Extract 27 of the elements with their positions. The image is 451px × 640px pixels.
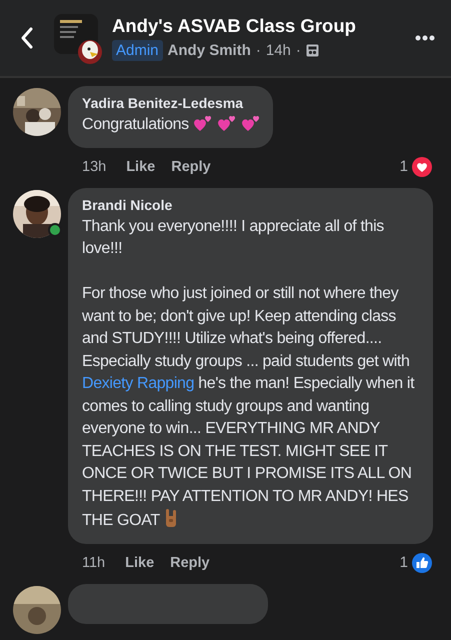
- hearts-icon: [241, 114, 262, 132]
- action-link[interactable]: Like: [125, 554, 154, 570]
- action-link[interactable]: Reply: [171, 158, 211, 174]
- hearts-icon: [192, 114, 213, 132]
- separator: ·: [296, 42, 301, 59]
- comment-text: For those who just joined or still not where they want to be; don't give up! Keep attending class and STUDY!!!! Utilize what's being offered.... Especially study groups ... paid students get with Dexiety Rapping he's the man! Especially when it comes to calling study groups and wanting everyone to win... EVERYTHING MR ANDY TEACHES IS ON THE TEST. MIGHT SEE IT ONCE OR TWICE BUT I PROMISE ITS ALL ON THERE!!! PAY ATTENTION TO MR ANDY! HES THE GOAT: [82, 284, 416, 531]
- commenter-name[interactable]: Brandi Nicole: [82, 196, 421, 212]
- group-icon: [306, 44, 319, 57]
- hearts-icon: [217, 114, 238, 132]
- comment-time: 11h: [82, 554, 106, 570]
- more-icon[interactable]: [415, 35, 435, 41]
- hand-icon: [164, 508, 178, 528]
- comment-text: Thank you everyone!!!! I appreciate all of this love!!!: [82, 216, 385, 259]
- reaction-count: 1: [400, 554, 408, 571]
- separator: ·: [256, 42, 261, 59]
- action-link[interactable]: Like: [126, 158, 156, 174]
- author-name[interactable]: Andy Smith: [168, 42, 251, 59]
- profile-link[interactable]: Dexiety Rapping: [82, 375, 194, 392]
- post-time: 14h: [266, 42, 291, 59]
- action-link[interactable]: Reply: [170, 554, 210, 570]
- group-title[interactable]: Andy's ASVAB Class Group: [112, 15, 407, 37]
- reaction-count: 1: [400, 158, 408, 175]
- comment-time: 13h: [82, 158, 106, 174]
- commenter-name[interactable]: Yadira Benitez-Ledesma: [82, 95, 262, 111]
- back-icon[interactable]: [20, 26, 34, 50]
- comment-text: Congratulations: [82, 114, 262, 136]
- admin-badge: Admin: [112, 40, 163, 61]
